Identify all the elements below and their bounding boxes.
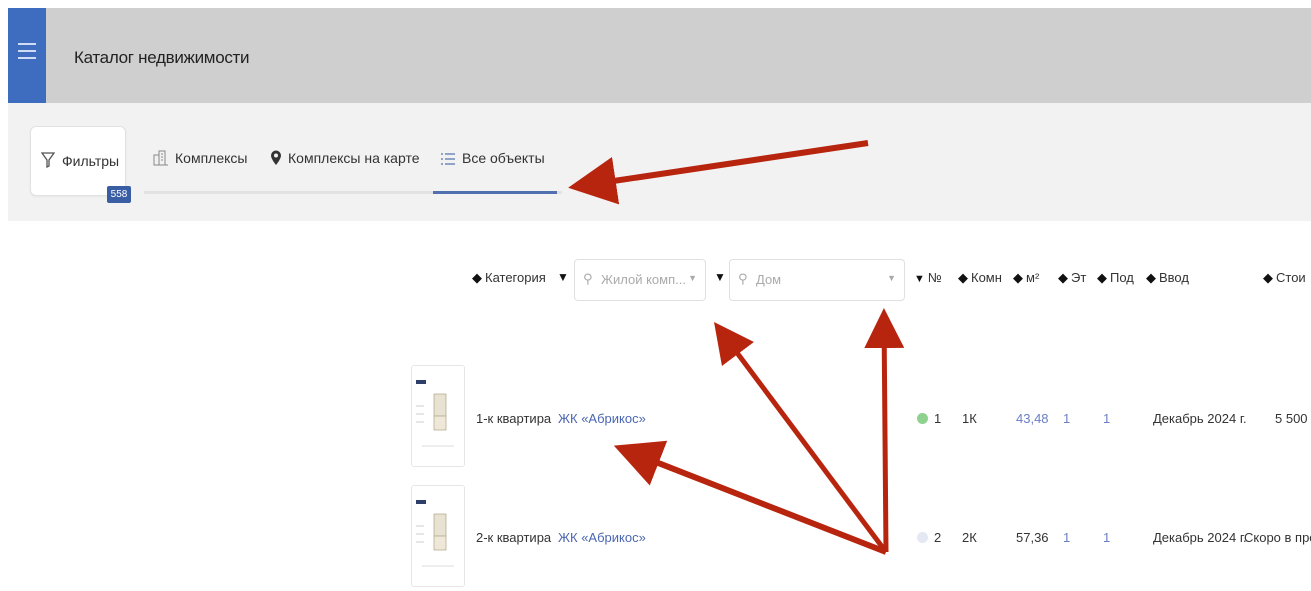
annotation-arrows-overlay <box>568 140 905 555</box>
annotation-arrow <box>568 140 869 205</box>
annotation-arrow <box>864 308 905 553</box>
